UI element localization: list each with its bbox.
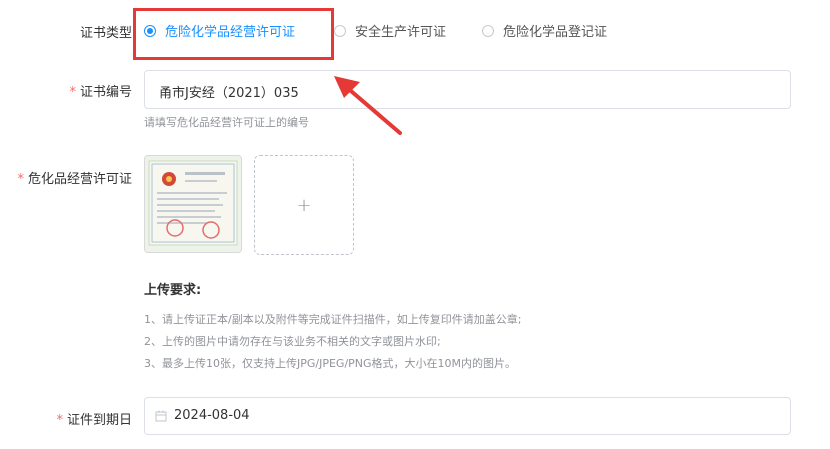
upload-requirement-item: 3、最多上传10张，仅支持上传JPG/JPEG/PNG格式，大小在10M内的图片… (144, 357, 517, 370)
expiry-label: * 证件到期日 (56, 413, 132, 428)
radio-hazardous-chem-registration[interactable]: 危险化学品登记证 (482, 21, 607, 40)
license-thumbnail[interactable] (144, 155, 242, 253)
cert-number-hint: 请填写危化品经营许可证上的编号 (144, 116, 309, 129)
radio-safety-production-license[interactable]: 安全生产许可证 (334, 21, 446, 40)
radio-label: 危险化学品登记证 (503, 25, 608, 40)
radio-dot-icon (334, 24, 346, 37)
required-mark: * (17, 172, 24, 187)
calendar-icon (155, 410, 167, 422)
expiry-date-value: 2024-08-04 (174, 408, 250, 423)
required-mark: * (69, 85, 76, 100)
required-mark: * (56, 413, 63, 428)
cert-number-input[interactable]: 甬市J安经（2021）035 (144, 70, 791, 109)
license-image (145, 156, 241, 252)
cert-number-label: * 证书编号 (69, 85, 132, 100)
add-image-button[interactable]: + (254, 155, 354, 255)
upload-requirements-title: 上传要求: (144, 283, 202, 298)
cert-type-label: 证书类型 (79, 26, 132, 41)
annotation-arrow-icon (334, 76, 402, 135)
upload-requirement-item: 1、请上传证正本/副本以及附件等完成证件扫描件，如上传复印件请加盖公章; (144, 313, 522, 326)
license-upload-label: * 危化品经营许可证 (17, 172, 132, 187)
radio-label: 安全生产许可证 (355, 25, 447, 40)
annotation-highlight-box (133, 8, 334, 60)
plus-icon: + (296, 194, 312, 216)
cert-number-value: 甬市J安经（2021）035 (159, 86, 299, 101)
radio-dot-icon (482, 24, 494, 37)
expiry-date-picker[interactable]: 2024-08-04 (144, 397, 791, 435)
upload-requirement-item: 2、上传的图片中请勿存在与该业务不相关的文字或图片水印; (144, 335, 441, 348)
